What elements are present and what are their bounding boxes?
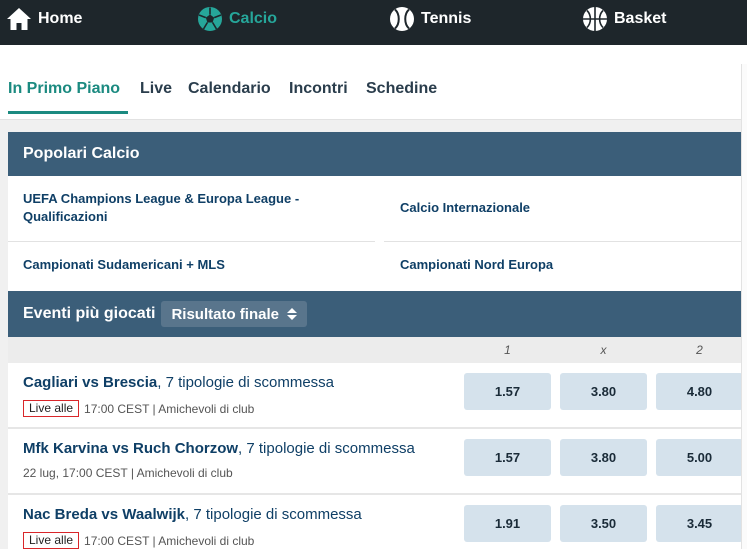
tennis-ball-icon [389,6,415,32]
nav-tennis-label: Tennis [421,9,472,27]
event-meta: Live alle 17:00 CEST | Amichevoli di clu… [23,400,254,417]
nav-home-label: Home [38,9,83,27]
link-calcio-internazionale[interactable]: Calcio Internazionale [400,199,530,217]
divider [384,241,747,242]
sub-tabs: In Primo Piano Live Calendario Incontri … [0,45,747,120]
event-row: Mfk Karvina vs Ruch Chorzow, 7 tipologie… [8,429,747,493]
tab-incontri[interactable]: Incontri [289,80,348,98]
event-teams: Mfk Karvina vs Ruch Chorzow [23,440,239,457]
basketball-icon [582,6,608,32]
event-teams: Cagliari vs Brescia [23,374,158,391]
odd-draw-button[interactable]: 3.50 [560,505,647,542]
event-teams: Nac Breda vs Waalwijk [23,506,186,523]
link-champions-europa-league[interactable]: UEFA Champions League & Europa League - … [23,190,353,226]
tab-live[interactable]: Live [140,80,172,98]
event-time-league: 17:00 CEST | Amichevoli di club [84,533,255,548]
col-away: 2 [696,343,703,357]
odd-draw-button[interactable]: 3.80 [560,439,647,476]
odd-home-button[interactable]: 1.91 [464,505,551,542]
tab-in-primo-piano[interactable]: In Primo Piano [8,80,120,98]
nav-calcio-label: Calcio [229,9,278,27]
event-row: Cagliari vs Brescia, 7 tipologie di scom… [8,363,747,427]
col-home: 1 [504,343,511,357]
event-row: Nac Breda vs Waalwijk, 7 tipologie di sc… [8,495,747,549]
link-nord-europa[interactable]: Campionati Nord Europa [400,256,553,274]
market-dropdown-value: Risultato finale [171,305,279,323]
event-bet-types: , 7 tipologie di scommessa [185,506,362,523]
nav-basket-label: Basket [614,9,667,27]
tabs-divider [0,119,747,120]
top-nav: Home Calcio Tennis Basket [0,0,747,45]
event-bet-types: , 7 tipologie di scommessa [157,374,334,391]
live-badge: Live alle [23,532,80,549]
active-tab-underline [8,111,128,114]
event-title[interactable]: Cagliari vs Brescia, 7 tipologie di scom… [23,374,334,391]
divider [8,241,375,242]
nav-calcio[interactable]: Calcio [197,0,277,37]
event-time-league: 22 lug, 17:00 CEST | Amichevoli di club [23,466,233,480]
odds-column-header: 1 x 2 [8,337,747,363]
odd-draw-button[interactable]: 3.80 [560,373,647,410]
home-icon [6,6,32,32]
tab-schedine[interactable]: Schedine [366,80,437,98]
col-draw: x [600,343,607,357]
event-meta: 22 lug, 17:00 CEST | Amichevoli di club [23,466,233,480]
nav-home[interactable]: Home [6,0,82,37]
sort-arrows-icon [286,308,297,320]
market-dropdown[interactable]: Risultato finale [161,301,307,327]
odd-home-button[interactable]: 1.57 [464,373,551,410]
event-title[interactable]: Mfk Karvina vs Ruch Chorzow, 7 tipologie… [23,440,415,457]
event-bet-types: , 7 tipologie di scommessa [238,440,415,457]
odd-home-button[interactable]: 1.57 [464,439,551,476]
popolari-links: UEFA Champions League & Europa League - … [8,176,747,291]
eventi-title: Eventi più giocati [23,305,156,322]
event-title[interactable]: Nac Breda vs Waalwijk, 7 tipologie di sc… [23,506,362,523]
odd-away-button[interactable]: 3.45 [656,505,743,542]
odd-away-button[interactable]: 4.80 [656,373,743,410]
popolari-title: Popolari Calcio [23,145,140,162]
eventi-header: Eventi più giocati Risultato finale [8,291,747,337]
nav-tennis[interactable]: Tennis [389,0,471,37]
link-sudamericani-mls[interactable]: Campionati Sudamericani + MLS [23,256,225,274]
scrollbar[interactable] [741,64,747,549]
nav-basket[interactable]: Basket [582,0,666,37]
soccer-ball-icon [197,6,223,32]
odd-away-button[interactable]: 5.00 [656,439,743,476]
event-time-league: 17:00 CEST | Amichevoli di club [84,401,255,416]
live-badge: Live alle [23,400,80,417]
event-meta: Live alle 17:00 CEST | Amichevoli di clu… [23,532,254,549]
tab-calendario[interactable]: Calendario [188,80,271,98]
popolari-header: Popolari Calcio [8,132,747,176]
